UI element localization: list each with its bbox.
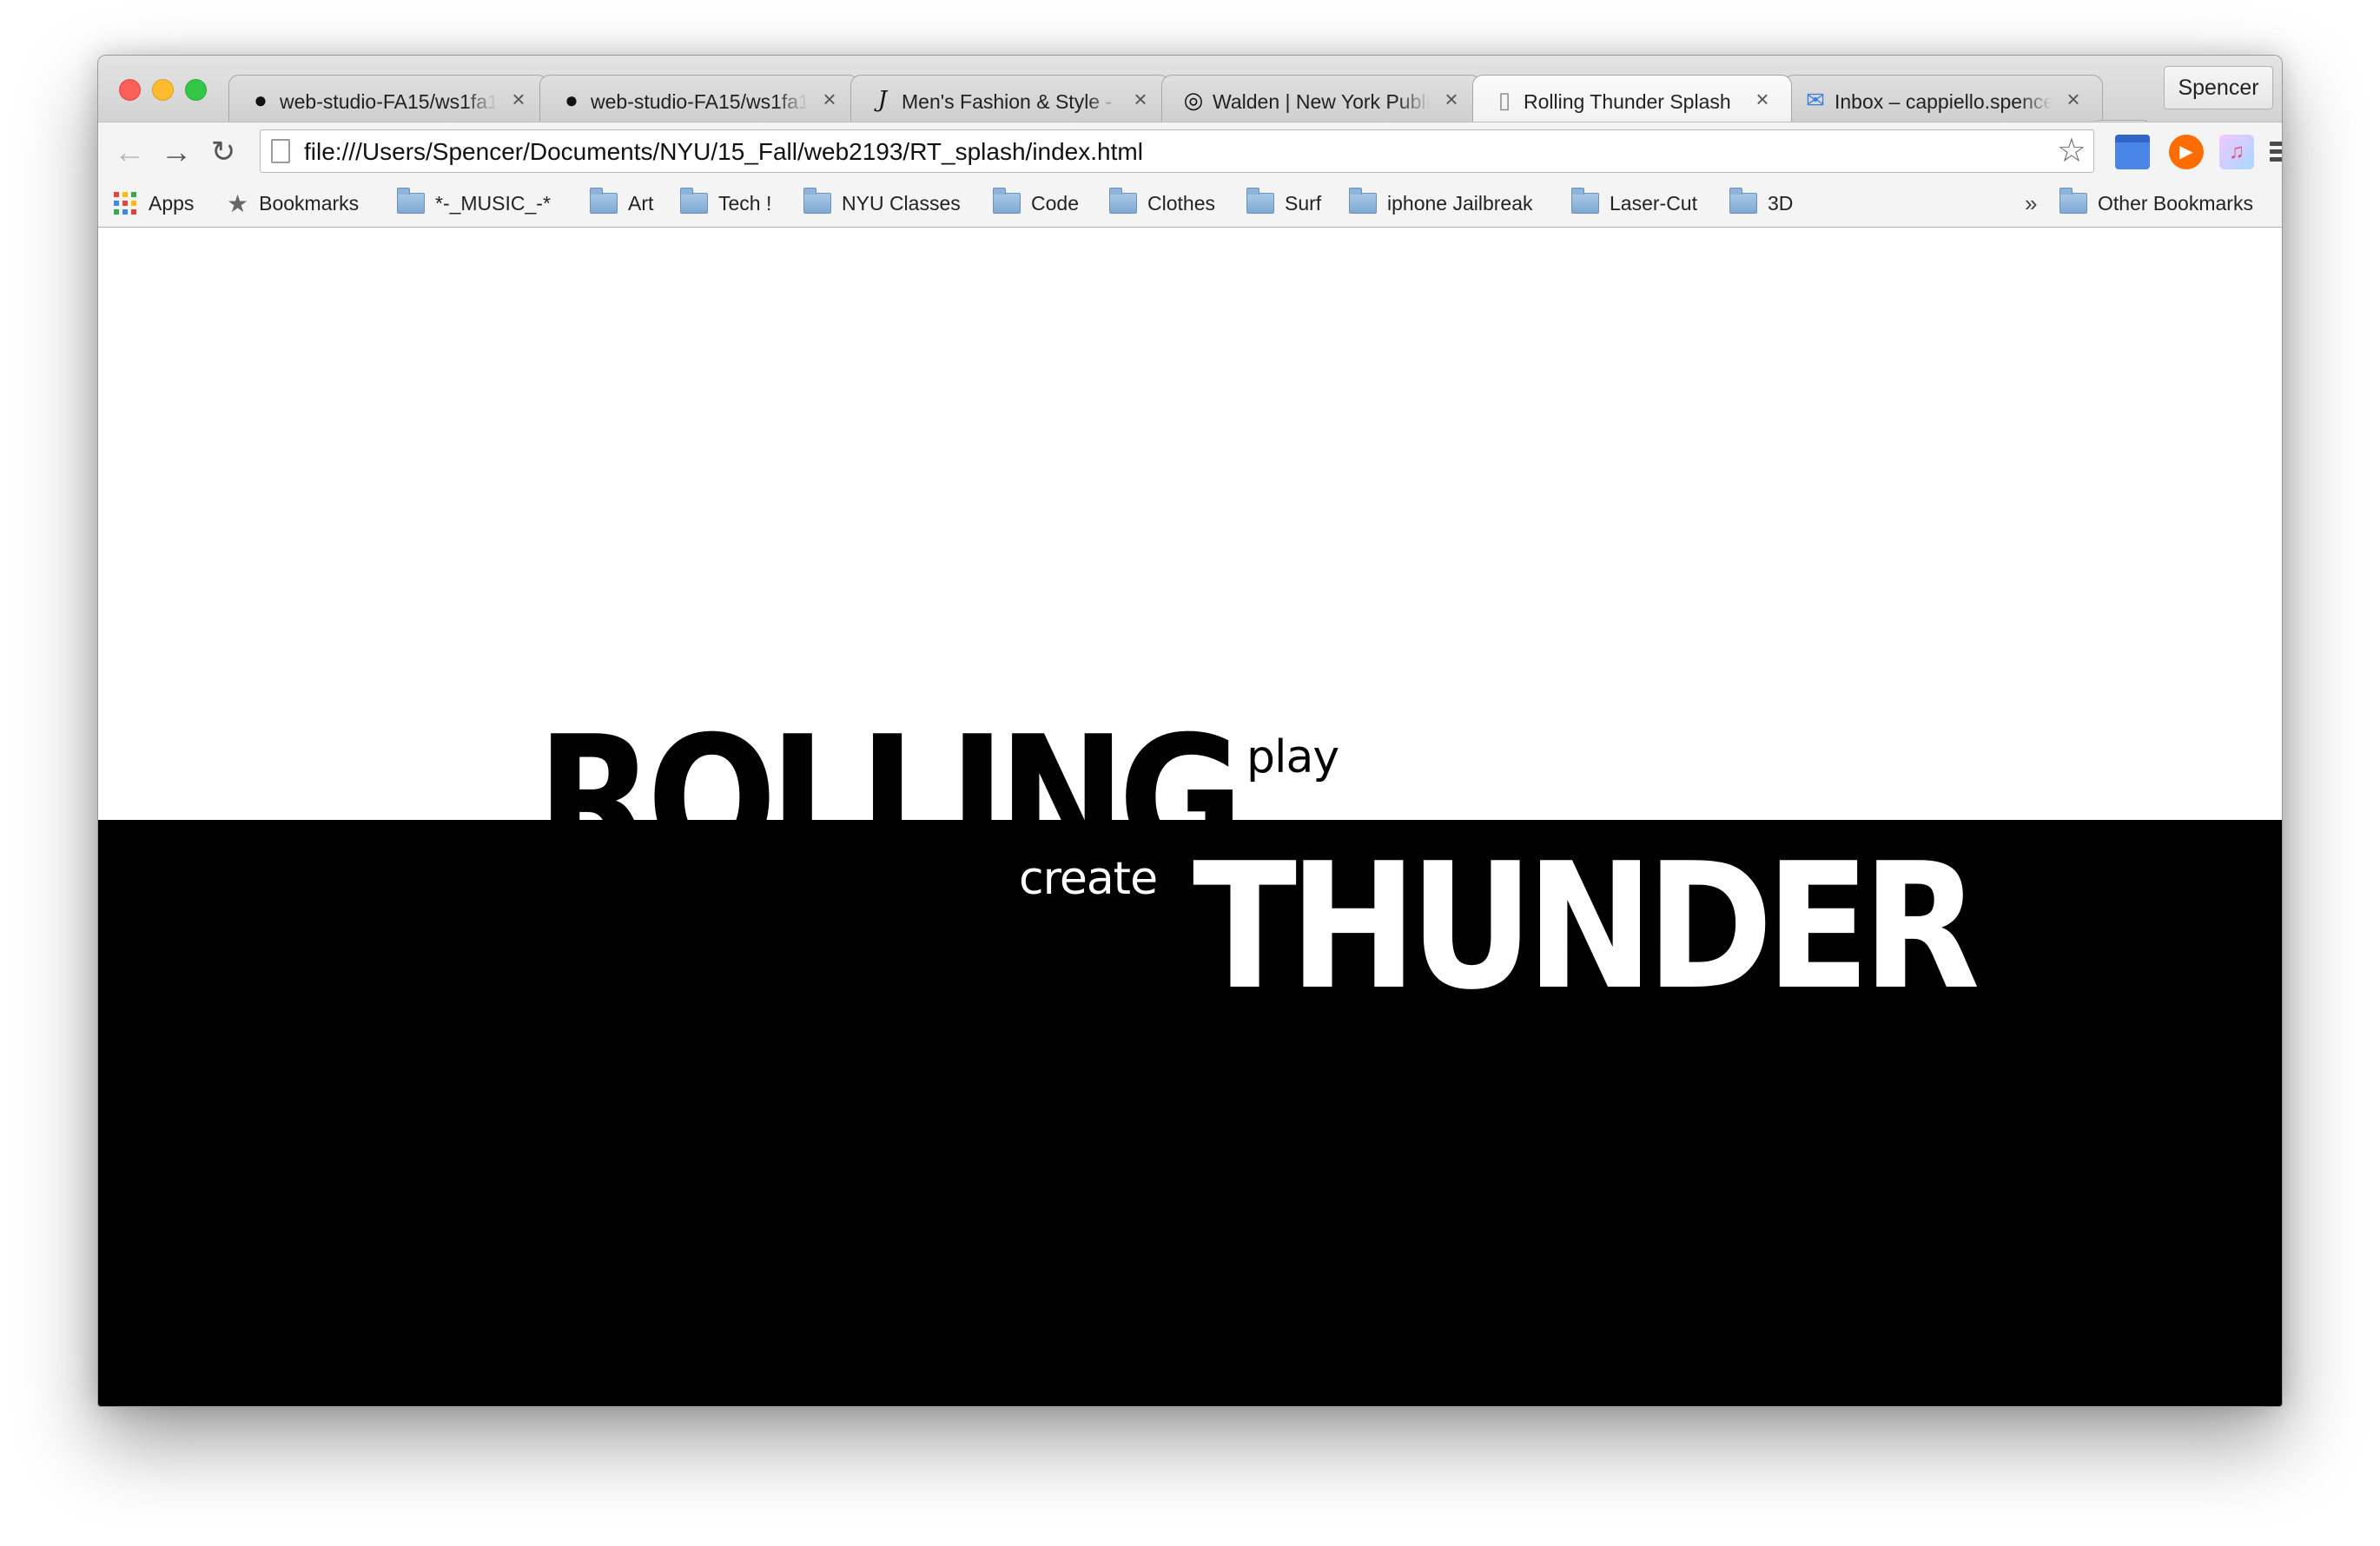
- bookmark-label: NYU Classes: [842, 191, 961, 215]
- bookmarks-bar: Apps ★ Bookmarks *-_MUSIC_-* Art Tech ! …: [98, 179, 2282, 228]
- folder-icon: [1109, 188, 1137, 214]
- close-icon[interactable]: ×: [818, 86, 841, 112]
- tab-walden[interactable]: ◎ Walden | New York Public ×: [1161, 75, 1481, 122]
- folder-icon: [2059, 188, 2087, 214]
- folder-icon: [1246, 188, 1274, 214]
- tab-title: web-studio-FA15/ws1fa15: [591, 90, 808, 113]
- folder-icon: [680, 188, 708, 214]
- folder-icon: [397, 188, 425, 214]
- globe-icon: ◎: [1183, 87, 1204, 113]
- url-text[interactable]: file:///Users/Spencer/Documents/NYU/15_F…: [304, 138, 1143, 166]
- browser-window: ● web-studio-FA15/ws1fa15 × ● web-studio…: [97, 55, 2283, 1407]
- back-button[interactable]: ←: [112, 135, 147, 169]
- bookmark-label: Surf: [1285, 191, 1322, 215]
- bookmark-label: Laser-Cut: [1610, 191, 1697, 215]
- bookmarks-overflow-chevron-icon[interactable]: »: [2025, 179, 2037, 228]
- tab-mens-fashion[interactable]: J Men's Fashion & Style - D ×: [850, 75, 1170, 122]
- tabs: ● web-studio-FA15/ws1fa15 × ● web-studio…: [228, 75, 2209, 122]
- tab-title: Inbox – cappiello.spencer: [1835, 90, 2052, 113]
- folder-icon: [1729, 188, 1757, 214]
- menu-icon[interactable]: [2270, 142, 2282, 162]
- bookmark-folder-lasercut[interactable]: Laser-Cut: [1571, 179, 1697, 228]
- profile-button[interactable]: Spencer: [2164, 66, 2273, 109]
- folder-icon: [1349, 188, 1377, 214]
- bookmark-folder-jailbreak[interactable]: iphone Jailbreak: [1349, 179, 1533, 228]
- github-icon: ●: [254, 87, 268, 113]
- j-icon: J: [877, 87, 888, 113]
- bookmark-label: Tech !: [718, 191, 772, 215]
- bookmark-label: iphone Jailbreak: [1387, 191, 1533, 215]
- bookmark-label: Clothes: [1147, 191, 1215, 215]
- play-link[interactable]: play: [1246, 731, 1339, 783]
- folder-icon: [590, 188, 618, 214]
- music-extension-icon[interactable]: ♫: [2219, 135, 2254, 169]
- close-icon[interactable]: ×: [1440, 86, 1463, 112]
- close-icon[interactable]: ×: [1129, 86, 1152, 112]
- bookmark-folder-code[interactable]: Code: [993, 179, 1079, 228]
- folder-icon: [993, 188, 1021, 214]
- forward-button[interactable]: →: [159, 135, 194, 169]
- close-icon[interactable]: ×: [507, 86, 530, 112]
- tab-title: web-studio-FA15/ws1fa15: [280, 90, 497, 113]
- docs-extension-icon[interactable]: [2115, 135, 2150, 169]
- reload-button[interactable]: ↻: [206, 135, 241, 169]
- bookmark-apps[interactable]: Apps: [114, 179, 194, 228]
- bookmark-label: Other Bookmarks: [2098, 191, 2253, 215]
- apps-icon: [114, 192, 136, 215]
- address-bar[interactable]: file:///Users/Spencer/Documents/NYU/15_F…: [260, 129, 2094, 173]
- github-icon: ●: [565, 87, 578, 113]
- tab-rolling-thunder[interactable]: ▯ Rolling Thunder Splash ×: [1472, 75, 1792, 122]
- bookmark-folder-clothes[interactable]: Clothes: [1109, 179, 1215, 228]
- bookmark-folder-3d[interactable]: 3D: [1729, 179, 1793, 228]
- star-icon: ★: [227, 189, 249, 217]
- bookmark-folder-surf[interactable]: Surf: [1246, 179, 1321, 228]
- toolbar: ← → ↻ file:///Users/Spencer/Documents/NY…: [98, 122, 2282, 179]
- page-icon: [271, 139, 290, 163]
- bookmark-label: 3D: [1768, 191, 1794, 215]
- bookmark-folder-art[interactable]: Art: [590, 179, 653, 228]
- close-icon[interactable]: ×: [2062, 86, 2085, 112]
- bookmark-label: *-_MUSIC_-*: [435, 191, 551, 215]
- bookmark-folder-nyu[interactable]: NYU Classes: [803, 179, 961, 228]
- bookmark-folder-tech[interactable]: Tech !: [680, 179, 771, 228]
- bookmark-bookmarks[interactable]: ★ Bookmarks: [227, 179, 359, 228]
- inbox-icon: ✉: [1806, 87, 1825, 113]
- close-icon[interactable]: ×: [1751, 86, 1774, 112]
- bookmark-folder-music[interactable]: *-_MUSIC_-*: [397, 179, 551, 228]
- play-extension-icon[interactable]: ▶: [2169, 135, 2204, 169]
- tab-title: Rolling Thunder Splash: [1524, 90, 1731, 113]
- folder-icon: [803, 188, 831, 214]
- bookmark-label: Bookmarks: [259, 191, 360, 215]
- zoom-window-button[interactable]: [185, 79, 207, 101]
- page-icon: ▯: [1497, 87, 1511, 113]
- page-viewport: ROLLING play create THUNDER: [98, 228, 2282, 1406]
- tab-inbox[interactable]: ✉ Inbox – cappiello.spencer ×: [1783, 75, 2103, 122]
- tab-github-2[interactable]: ● web-studio-FA15/ws1fa15 ×: [539, 75, 859, 122]
- tab-strip: ● web-studio-FA15/ws1fa15 × ● web-studio…: [98, 56, 2282, 122]
- tab-title: Walden | New York Public: [1213, 90, 1430, 113]
- bookmark-star-icon[interactable]: ☆: [2057, 134, 2086, 168]
- create-link[interactable]: create: [1019, 853, 1158, 905]
- title-thunder: THUNDER: [1193, 826, 1980, 1028]
- bookmark-label: Apps: [149, 191, 195, 215]
- bookmark-label: Code: [1031, 191, 1079, 215]
- bookmark-other-bookmarks[interactable]: Other Bookmarks: [2059, 179, 2253, 228]
- tab-github-1[interactable]: ● web-studio-FA15/ws1fa15 ×: [228, 75, 548, 122]
- close-window-button[interactable]: [119, 79, 141, 101]
- minimize-window-button[interactable]: [152, 79, 174, 101]
- bookmark-label: Art: [628, 191, 654, 215]
- folder-icon: [1571, 188, 1599, 214]
- tab-title: Men's Fashion & Style - D: [902, 90, 1119, 113]
